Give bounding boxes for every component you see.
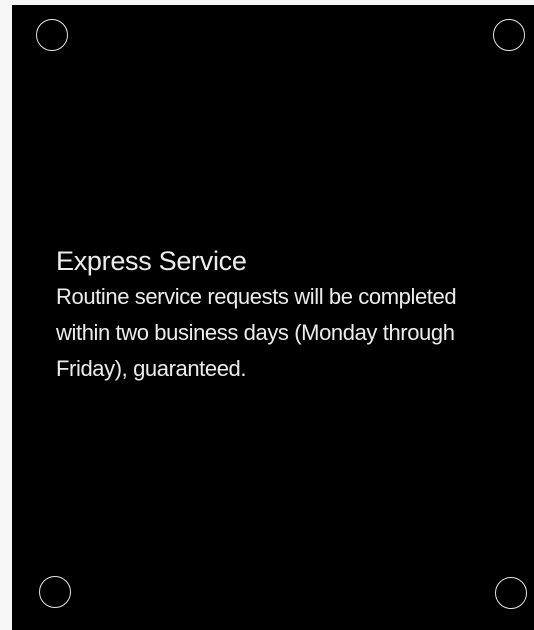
mounting-hole-top-right xyxy=(493,19,525,51)
sign-description: Routine service requests will be complet… xyxy=(56,279,526,387)
mounting-hole-top-left xyxy=(36,19,68,51)
description-line-3: Friday), guaranteed. xyxy=(56,356,247,381)
mounting-hole-bottom-right xyxy=(495,577,527,609)
description-line-1: Routine service requests will be complet… xyxy=(56,284,457,309)
description-line-2: within two business days (Monday through xyxy=(56,320,455,345)
sign-title: Express Service xyxy=(56,246,247,276)
sign-panel: Express Service Routine service requests… xyxy=(12,5,534,630)
mounting-hole-bottom-left xyxy=(39,576,71,608)
sign-content: Express Service Routine service requests… xyxy=(56,243,526,387)
